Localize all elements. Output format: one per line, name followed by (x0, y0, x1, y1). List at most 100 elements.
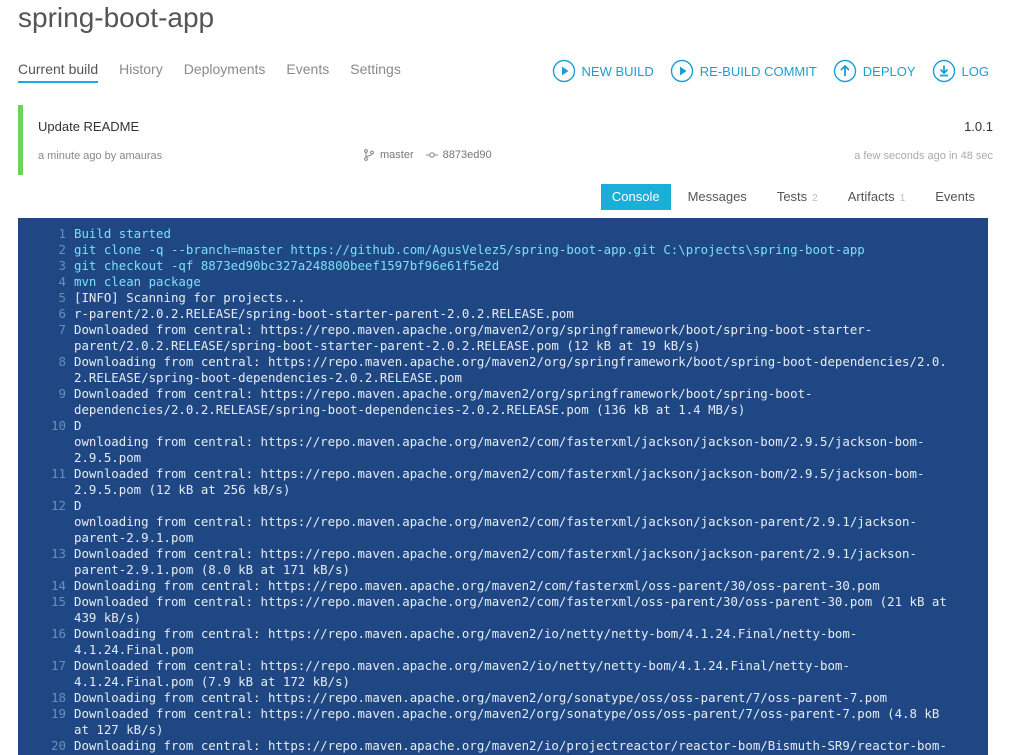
console-line: 6 r-parent/2.0.2.RELEASE/spring-boot-star… (18, 306, 988, 322)
console-line: 12 D ownloading from central: https://rep… (18, 498, 988, 546)
build-refs: master 8873ed90 (363, 149, 492, 161)
tab-artifacts[interactable]: Artifacts 1 (835, 184, 919, 210)
tab-events[interactable]: Events (286, 61, 329, 83)
rebuild-commit-label: RE-BUILD COMMIT (699, 63, 817, 79)
line-number[interactable]: 5 (18, 290, 74, 306)
console-line: 9 Downloaded from central: https://repo.m… (18, 386, 988, 418)
deploy-label: DEPLOY (862, 63, 916, 79)
line-text: Build started (74, 226, 171, 241)
line-number[interactable]: 13 (18, 546, 74, 578)
tab-settings[interactable]: Settings (350, 61, 401, 83)
play-icon (670, 59, 693, 83)
line-text: git clone -q --branch=master https://git… (74, 242, 865, 257)
commit-icon (425, 152, 438, 158)
new-build-label: NEW BUILD (581, 63, 654, 79)
build-summary: Update README 1.0.1 a minute ago by amau… (18, 105, 993, 175)
console-line: 2 git clone -q --branch=master https://gi… (18, 242, 988, 258)
artifacts-count: 1 (899, 193, 906, 204)
upload-arrow-icon (833, 59, 856, 83)
console-line: 19 Downloaded from central: https://repo.… (18, 706, 988, 738)
line-number[interactable]: 10 (18, 418, 74, 466)
line-number[interactable]: 6 (18, 306, 74, 322)
tab-messages[interactable]: Messages (675, 184, 760, 210)
line-text: mvn clean package (74, 274, 201, 289)
deploy-button[interactable]: DEPLOY (833, 59, 916, 83)
console-line: 10 D ownloading from central: https://rep… (18, 418, 988, 466)
tab-tests[interactable]: Tests 2 (764, 184, 831, 210)
build-version: 1.0.1 (964, 119, 993, 134)
line-number[interactable]: 20 (18, 738, 74, 754)
line-text: Downloaded from central: https://repo.ma… (74, 466, 925, 497)
artifacts-label: Artifacts (847, 189, 895, 204)
tests-count: 2 (812, 193, 818, 204)
line-number[interactable]: 17 (18, 658, 74, 690)
line-text: [INFO] Scanning for projects... (74, 290, 306, 305)
console-line: 5 [INFO] Scanning for projects... (18, 290, 988, 306)
line-text: Downloaded from central: https://repo.ma… (74, 546, 917, 577)
play-icon (552, 59, 575, 83)
line-number[interactable]: 1 (18, 226, 74, 242)
rebuild-commit-button[interactable]: RE-BUILD COMMIT (670, 59, 817, 83)
line-number[interactable]: 8 (18, 354, 74, 386)
console-line: 13 Downloaded from central: https://repo.… (18, 546, 988, 578)
line-number[interactable]: 19 (18, 706, 74, 738)
line-text: Downloading from central: https://repo.m… (74, 354, 947, 385)
line-text: Downloaded from central: https://repo.ma… (74, 658, 850, 689)
line-number[interactable]: 9 (18, 386, 74, 418)
build-time: a few seconds ago in 48 sec (854, 150, 993, 162)
build-author: a minute ago by amauras (38, 150, 163, 162)
tab-console[interactable]: Console (600, 184, 671, 210)
console-line: 1 Build started (18, 226, 988, 242)
line-number[interactable]: 2 (18, 242, 74, 258)
line-number[interactable]: 12 (18, 498, 74, 546)
line-number[interactable]: 15 (18, 594, 74, 626)
tab-job-events[interactable]: Events (922, 184, 988, 210)
console-output[interactable]: 1 Build started 2 git clone -q --branch=mas… (18, 218, 988, 755)
tab-history[interactable]: History (119, 61, 163, 83)
line-number[interactable]: 7 (18, 322, 74, 354)
line-text: Downloading from central: https://repo.m… (74, 738, 947, 753)
console-line: 20 Downloading from central: https://repo… (18, 738, 988, 754)
line-text: D ownloading from central: https://repo.… (74, 418, 925, 465)
log-button[interactable]: LOG (932, 59, 989, 83)
console-line: 18 Downloading from central: https://repo… (18, 690, 988, 706)
branch-icon (364, 149, 374, 161)
line-text: Downloaded from central: https://repo.ma… (74, 386, 813, 417)
line-number[interactable]: 14 (18, 578, 74, 594)
console-line: 3 git checkout -qf 8873ed90bc327a248800be… (18, 258, 988, 274)
commit-hash[interactable]: 8873ed90 (443, 149, 492, 161)
line-text: Downloaded from central: https://repo.ma… (74, 706, 940, 737)
line-number[interactable]: 16 (18, 626, 74, 658)
tab-current-build[interactable]: Current build (18, 61, 99, 83)
line-number[interactable]: 18 (18, 690, 74, 706)
line-number[interactable]: 11 (18, 466, 74, 498)
console-line: 14 Downloading from central: https://repo… (18, 578, 988, 594)
build-actions: NEW BUILD RE-BUILD COMMIT DEPLOY LOG (536, 59, 989, 83)
job-tabs: Console Messages Tests 2 Artifacts 1 Event… (597, 184, 988, 210)
nav-tabs: Current build History Deployments Events… (18, 61, 422, 83)
tests-label: Tests (776, 189, 808, 204)
console-line: 17 Downloaded from central: https://repo.… (18, 658, 988, 690)
tab-deployments[interactable]: Deployments (184, 61, 266, 83)
line-text: Downloaded from central: https://repo.ma… (74, 322, 873, 353)
line-text: Downloading from central: https://repo.m… (74, 690, 888, 705)
branch-name[interactable]: master (380, 149, 414, 161)
line-text: r-parent/2.0.2.RELEASE/spring-boot-start… (74, 306, 574, 321)
page-title: spring-boot-app (18, 2, 215, 33)
console-line: 8 Downloading from central: https://repo.… (18, 354, 988, 386)
line-number[interactable]: 4 (18, 274, 74, 290)
line-text: Downloading from central: https://repo.m… (74, 626, 858, 657)
new-build-button[interactable]: NEW BUILD (552, 59, 654, 83)
line-number[interactable]: 3 (18, 258, 74, 274)
console-line: 11 Downloaded from central: https://repo.… (18, 466, 988, 498)
console-line: 7 Downloaded from central: https://repo.m… (18, 322, 988, 354)
console-line: 16 Downloading from central: https://repo… (18, 626, 988, 658)
commit-message: Update README (38, 119, 140, 134)
console-line: 15 Downloaded from central: https://repo.… (18, 594, 988, 626)
line-text: D ownloading from central: https://repo.… (74, 498, 917, 545)
log-label: LOG (961, 63, 989, 79)
line-text: git checkout -qf 8873ed90bc327a248800bee… (74, 258, 500, 273)
download-icon (932, 59, 955, 83)
line-text: Downloading from central: https://repo.m… (74, 578, 880, 593)
line-text: Downloaded from central: https://repo.ma… (74, 594, 947, 625)
